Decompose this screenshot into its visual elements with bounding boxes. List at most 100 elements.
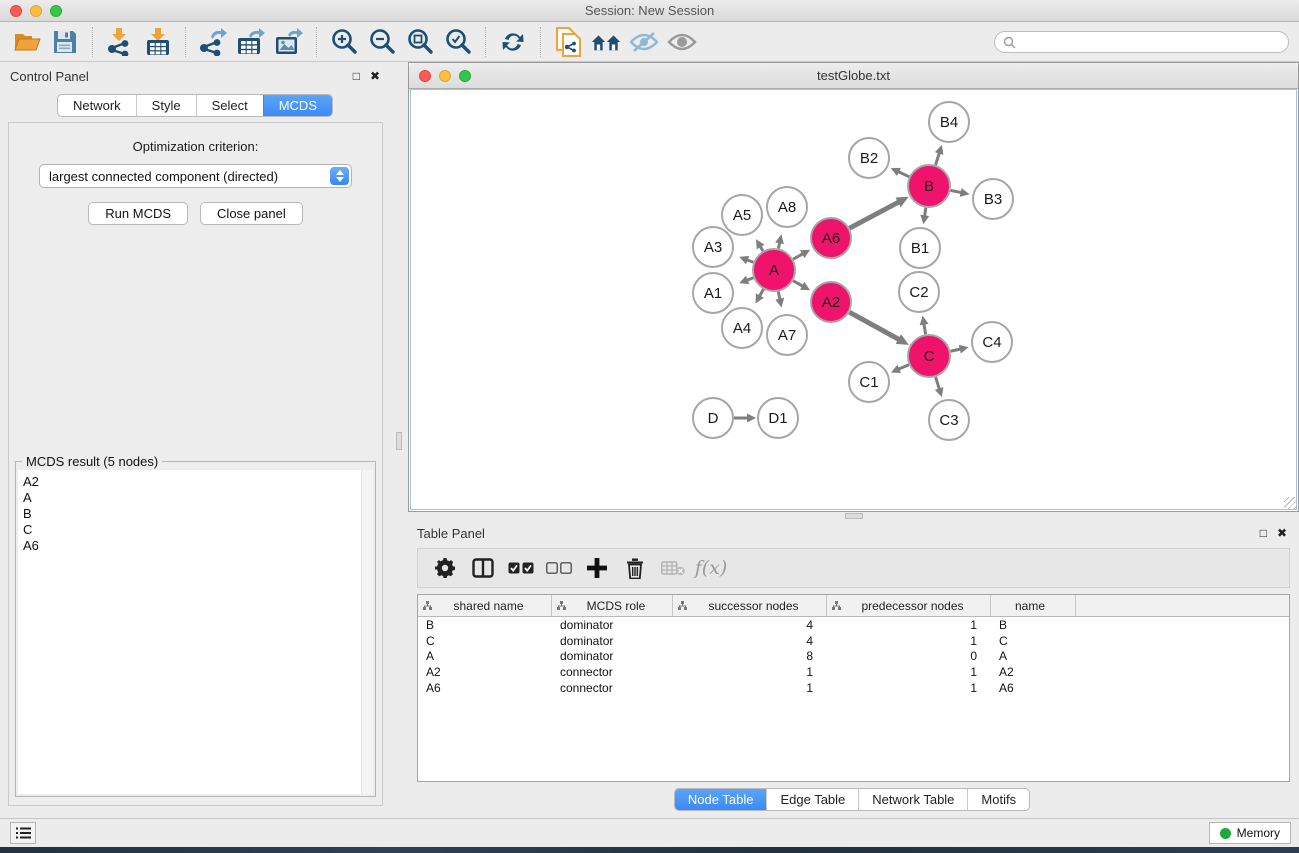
node-label: C [924,348,935,365]
table-cell[interactable]: dominator [552,649,673,663]
table-cell[interactable]: B [991,618,1076,632]
mcds-result-list[interactable]: A2ABCA6 [18,470,373,794]
float-panel-icon[interactable]: □ [353,69,360,83]
export-table-icon[interactable] [236,27,266,57]
delete-table-icon[interactable] [656,553,690,583]
vertical-splitter-grip[interactable] [396,432,402,450]
tab-mcds[interactable]: MCDS [263,95,332,116]
search-field[interactable] [994,31,1289,53]
graph-edge[interactable] [849,312,900,340]
table-cell[interactable]: 0 [827,649,991,663]
table-cell[interactable]: A [991,649,1076,663]
zoom-out-icon[interactable] [367,27,397,57]
table-cell[interactable]: dominator [552,634,673,648]
show-all-icon[interactable] [667,27,697,57]
export-image-icon[interactable] [274,27,304,57]
table-close-icon[interactable]: ✖ [1277,526,1287,540]
table-cell[interactable]: connector [552,665,673,679]
mcds-result-item[interactable]: A2 [23,474,373,490]
save-icon[interactable] [50,27,80,57]
function-builder-icon[interactable]: f(x) [694,553,728,583]
table-cell[interactable]: A6 [991,681,1076,695]
column-header[interactable]: MCDS role [552,595,673,616]
graph-edge[interactable] [936,377,940,390]
table-cell[interactable]: C [991,634,1076,648]
table-cell[interactable]: 4 [673,634,827,648]
hide-selected-icon[interactable] [629,27,659,57]
node-table[interactable]: shared nameMCDS rolesuccessor nodesprede… [417,594,1290,782]
gear-icon[interactable] [428,553,462,583]
table-cell[interactable]: C [418,634,552,648]
table-cell[interactable]: 1 [673,681,827,695]
column-header[interactable]: name [991,595,1076,616]
delete-column-icon[interactable] [618,553,652,583]
mcds-result-item[interactable]: B [23,506,373,522]
tab-motifs[interactable]: Motifs [967,789,1029,810]
mcds-panel-body: Optimization criterion: largest connecte… [8,122,383,806]
open-folder-icon[interactable] [12,27,42,57]
tab-network[interactable]: Network [58,95,136,116]
table-cell[interactable]: 1 [827,634,991,648]
import-network-icon[interactable] [105,27,135,57]
export-network-icon[interactable] [198,27,228,57]
table-cell[interactable]: 1 [827,618,991,632]
table-cell[interactable]: 8 [673,649,827,663]
import-table-icon[interactable] [143,27,173,57]
graph-edge[interactable] [936,152,940,165]
table-row[interactable]: A2connector11A2 [418,664,1289,680]
list-scrollbar[interactable] [361,470,373,794]
table-cell[interactable]: connector [552,681,673,695]
zoom-fit-icon[interactable] [405,27,435,57]
network-window-titlebar[interactable]: testGlobe.txt [409,63,1298,89]
table-cell[interactable]: 1 [827,665,991,679]
add-column-icon[interactable] [580,553,614,583]
column-header[interactable]: shared name [418,595,552,616]
zoom-selected-icon[interactable] [443,27,473,57]
table-float-icon[interactable]: □ [1260,526,1267,540]
table-cell[interactable]: A2 [418,665,552,679]
task-history-button[interactable] [10,822,36,844]
deselect-all-checkboxes-icon[interactable] [542,553,576,583]
main-toolbar [0,22,1299,62]
table-cell[interactable]: dominator [552,618,673,632]
mcds-result-item[interactable]: A [23,490,373,506]
column-view-icon[interactable] [466,553,500,583]
table-cell[interactable]: A [418,649,552,663]
refresh-icon[interactable] [498,27,528,57]
close-panel-button[interactable]: Close panel [200,202,303,225]
network-graph[interactable]: AA1A2A3A4A5A6A7A8BB1B2B3B4CC1C2C3C4DD1 [411,90,1297,510]
network-canvas[interactable]: AA1A2A3A4A5A6A7A8BB1B2B3B4CC1C2C3C4DD1 [410,89,1297,510]
select-all-checkboxes-icon[interactable] [504,553,538,583]
optimization-criterion-dropdown[interactable]: largest connected component (directed) [39,164,352,188]
tab-edge-table[interactable]: Edge Table [766,789,858,810]
tab-network-table[interactable]: Network Table [858,789,967,810]
memory-button[interactable]: Memory [1209,822,1291,844]
table-cell[interactable]: A6 [418,681,552,695]
edge-arrowhead [775,298,784,308]
first-neighbors-icon[interactable] [591,27,621,57]
horizontal-splitter-grip[interactable] [845,513,863,519]
table-cell[interactable]: B [418,618,552,632]
new-network-from-selection-icon[interactable] [553,27,583,57]
table-row[interactable]: Cdominator41C [418,633,1289,649]
run-mcds-button[interactable]: Run MCDS [88,202,188,225]
column-header[interactable]: predecessor nodes [827,595,991,616]
table-row[interactable]: Bdominator41B [418,617,1289,633]
table-cell[interactable]: 1 [827,681,991,695]
column-header[interactable]: successor nodes [673,595,827,616]
zoom-in-icon[interactable] [329,27,359,57]
search-input[interactable] [1021,35,1288,49]
table-cell[interactable]: 1 [673,665,827,679]
mcds-result-item[interactable]: C [23,522,373,538]
tab-select[interactable]: Select [196,95,263,116]
tab-style[interactable]: Style [136,95,196,116]
graph-edge[interactable] [850,201,900,228]
table-row[interactable]: A6connector11A6 [418,680,1289,696]
table-row[interactable]: Adominator80A [418,649,1289,665]
tab-node-table[interactable]: Node Table [675,789,767,810]
table-cell[interactable]: A2 [991,665,1076,679]
table-cell[interactable]: 4 [673,618,827,632]
mcds-result-item[interactable]: A6 [23,538,373,554]
resize-grip[interactable] [1284,497,1297,510]
close-panel-icon[interactable]: ✖ [370,69,380,83]
